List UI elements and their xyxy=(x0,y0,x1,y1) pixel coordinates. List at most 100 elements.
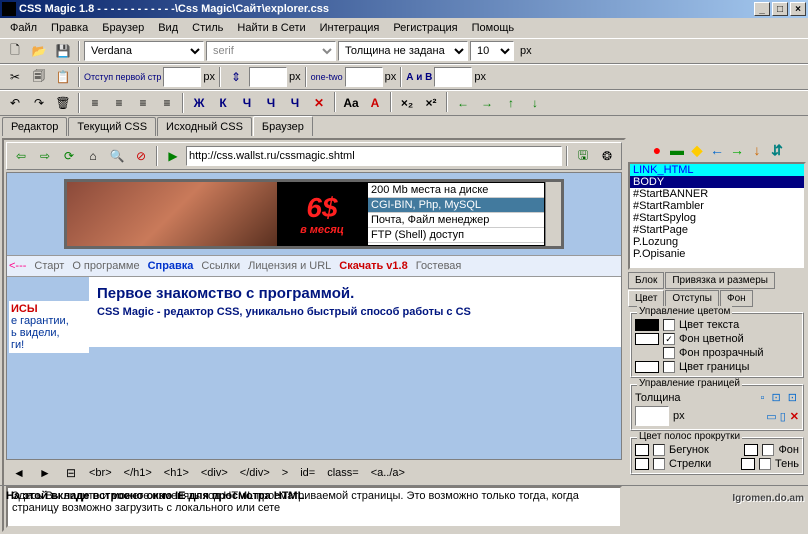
menu-Стиль[interactable]: Стиль xyxy=(186,20,229,36)
align-justify-button[interactable]: ≡ xyxy=(156,92,178,114)
indent-input[interactable] xyxy=(163,67,201,87)
generic-family-select[interactable]: serif xyxy=(206,41,336,61)
back-button[interactable]: ⇦ xyxy=(10,145,32,167)
border-width-input[interactable] xyxy=(635,406,669,426)
format-button[interactable]: ✕ xyxy=(308,92,330,114)
format-button[interactable]: К xyxy=(212,92,234,114)
menu-Файл[interactable]: Файл xyxy=(4,20,43,36)
tree-item[interactable]: BODY xyxy=(630,176,804,188)
maximize-button[interactable]: □ xyxy=(772,2,788,16)
bg-color-swatch[interactable] xyxy=(635,333,659,345)
banner-item[interactable]: 200 Mb места на диске xyxy=(368,183,544,198)
right-tool-button[interactable]: ⇵ xyxy=(768,141,786,159)
prop-tab[interactable]: Привязка и размеры xyxy=(665,272,775,289)
right-tool-button[interactable]: ● xyxy=(648,141,666,159)
font-family-select[interactable]: Verdana xyxy=(84,41,204,61)
line-height-icon[interactable]: ⇕ xyxy=(225,66,247,88)
tree-item[interactable]: P.Lozung xyxy=(630,236,804,248)
prop-tab[interactable]: Цвет xyxy=(628,290,664,307)
html-tag-button[interactable]: > xyxy=(279,467,291,479)
open-button[interactable]: 📂 xyxy=(28,40,50,62)
thumb-swatch[interactable] xyxy=(635,444,649,456)
checkbox[interactable] xyxy=(653,458,665,470)
format-button[interactable]: ↑ xyxy=(500,92,522,114)
nav-link[interactable]: Лицензия и URL xyxy=(248,260,331,272)
align-left-button[interactable]: ≡ xyxy=(84,92,106,114)
thickness-select[interactable]: Толщина не задана xyxy=(338,41,468,61)
right-tool-button[interactable]: ▬ xyxy=(668,141,686,159)
scrollbar[interactable] xyxy=(545,182,561,246)
align-right-button[interactable]: ≡ xyxy=(132,92,154,114)
checkbox[interactable] xyxy=(759,458,771,470)
arrow-swatch[interactable] xyxy=(635,458,649,470)
format-button[interactable]: Ж xyxy=(188,92,210,114)
refresh-button[interactable]: ⟳ xyxy=(58,145,80,167)
letter-spacing-input[interactable] xyxy=(434,67,472,87)
selector-tree[interactable]: LINK_HTMLBODY#StartBANNER#StartRambler #S… xyxy=(628,162,806,270)
menu-Интеграция[interactable]: Интеграция xyxy=(314,20,386,36)
tree-item[interactable]: LINK_HTML xyxy=(630,164,804,176)
nav-link[interactable]: Старт xyxy=(34,260,64,272)
checkbox[interactable] xyxy=(663,347,675,359)
banner-features[interactable]: 200 Mb места на дискеCGI-BIN, Php, MySQL… xyxy=(367,182,545,246)
nav-link[interactable]: Справка xyxy=(148,260,194,272)
checkbox[interactable] xyxy=(663,319,675,331)
new-button[interactable]: 🗋 xyxy=(4,40,26,62)
format-button[interactable]: ↓ xyxy=(524,92,546,114)
menu-Вид[interactable]: Вид xyxy=(152,20,184,36)
tree-item[interactable]: #StartRambler xyxy=(630,200,804,212)
save-button[interactable]: 💾 xyxy=(52,40,74,62)
tab-Браузер[interactable]: Браузер xyxy=(253,116,313,136)
format-button[interactable]: ← xyxy=(452,92,474,114)
format-button[interactable]: Ч xyxy=(260,92,282,114)
size-select[interactable]: 10 xyxy=(470,41,514,61)
format-button[interactable]: Aa xyxy=(340,92,362,114)
prop-tab[interactable]: Фон xyxy=(720,290,753,307)
banner-item[interactable]: CGI-BIN, Php, MySQL xyxy=(368,198,544,213)
border-color-swatch[interactable] xyxy=(635,361,659,373)
shadow-swatch[interactable] xyxy=(741,458,755,470)
tree-item[interactable]: #StartBANNER xyxy=(630,188,804,200)
format-button[interactable]: A xyxy=(364,92,386,114)
nav-link[interactable]: Скачать v1.8 xyxy=(339,260,407,272)
home-button[interactable]: ⌂ xyxy=(82,145,104,167)
stop-button[interactable]: ⊘ xyxy=(130,145,152,167)
forward-button[interactable]: ⇨ xyxy=(34,145,56,167)
tree-item[interactable]: #StartPage xyxy=(630,224,804,236)
copy-button[interactable]: 🗐 xyxy=(28,66,50,88)
html-tag-button[interactable]: <br> xyxy=(86,467,115,479)
text-color-swatch[interactable] xyxy=(635,319,659,331)
tab-Исходный CSS[interactable]: Исходный CSS xyxy=(157,117,252,136)
paste-button[interactable]: 📋 xyxy=(52,66,74,88)
bg-swatch[interactable] xyxy=(744,444,758,456)
tab-Текущий CSS[interactable]: Текущий CSS xyxy=(68,117,156,136)
save-page-button[interactable]: 🖫 xyxy=(572,145,594,167)
search-button[interactable]: 🔍 xyxy=(106,145,128,167)
html-tag-button[interactable]: <div> xyxy=(198,467,231,479)
format-button[interactable]: Ч xyxy=(236,92,258,114)
right-tool-button[interactable]: ◆ xyxy=(688,141,706,159)
banner-item[interactable]: FTP (Shell) доступ xyxy=(368,228,544,243)
tab-Редактор[interactable]: Редактор xyxy=(2,117,67,136)
prev-button[interactable]: ◄ xyxy=(8,462,30,484)
align-center-button[interactable]: ≡ xyxy=(108,92,130,114)
html-tag-button[interactable]: <h1> xyxy=(161,467,192,479)
format-button[interactable]: ×² xyxy=(420,92,442,114)
menu-Помощь[interactable]: Помощь xyxy=(466,20,521,36)
checkbox[interactable] xyxy=(653,444,665,456)
border-side-icons[interactable]: ▭ ▯ xyxy=(766,410,786,423)
address-input[interactable] xyxy=(186,146,562,166)
menu-Браузер[interactable]: Браузер xyxy=(96,20,150,36)
tree-item[interactable]: P.Opisanie xyxy=(630,248,804,260)
collapse-button[interactable]: ⊟ xyxy=(60,462,82,484)
prop-tab[interactable]: Блок xyxy=(628,272,664,289)
ad-banner[interactable]: 6$ в месяц 200 Mb места на дискеCGI-BIN,… xyxy=(64,179,564,249)
format-button[interactable]: → xyxy=(476,92,498,114)
menu-Найти в Сети[interactable]: Найти в Сети xyxy=(231,20,311,36)
prop-tab[interactable]: Отступы xyxy=(665,290,719,307)
border-style-icons[interactable]: ▫ ⊡ ⊡ xyxy=(761,391,799,404)
html-tag-button[interactable]: </div> xyxy=(237,467,273,479)
checkbox[interactable] xyxy=(663,361,675,373)
checkbox[interactable] xyxy=(762,444,774,456)
word-spacing-input[interactable] xyxy=(345,67,383,87)
